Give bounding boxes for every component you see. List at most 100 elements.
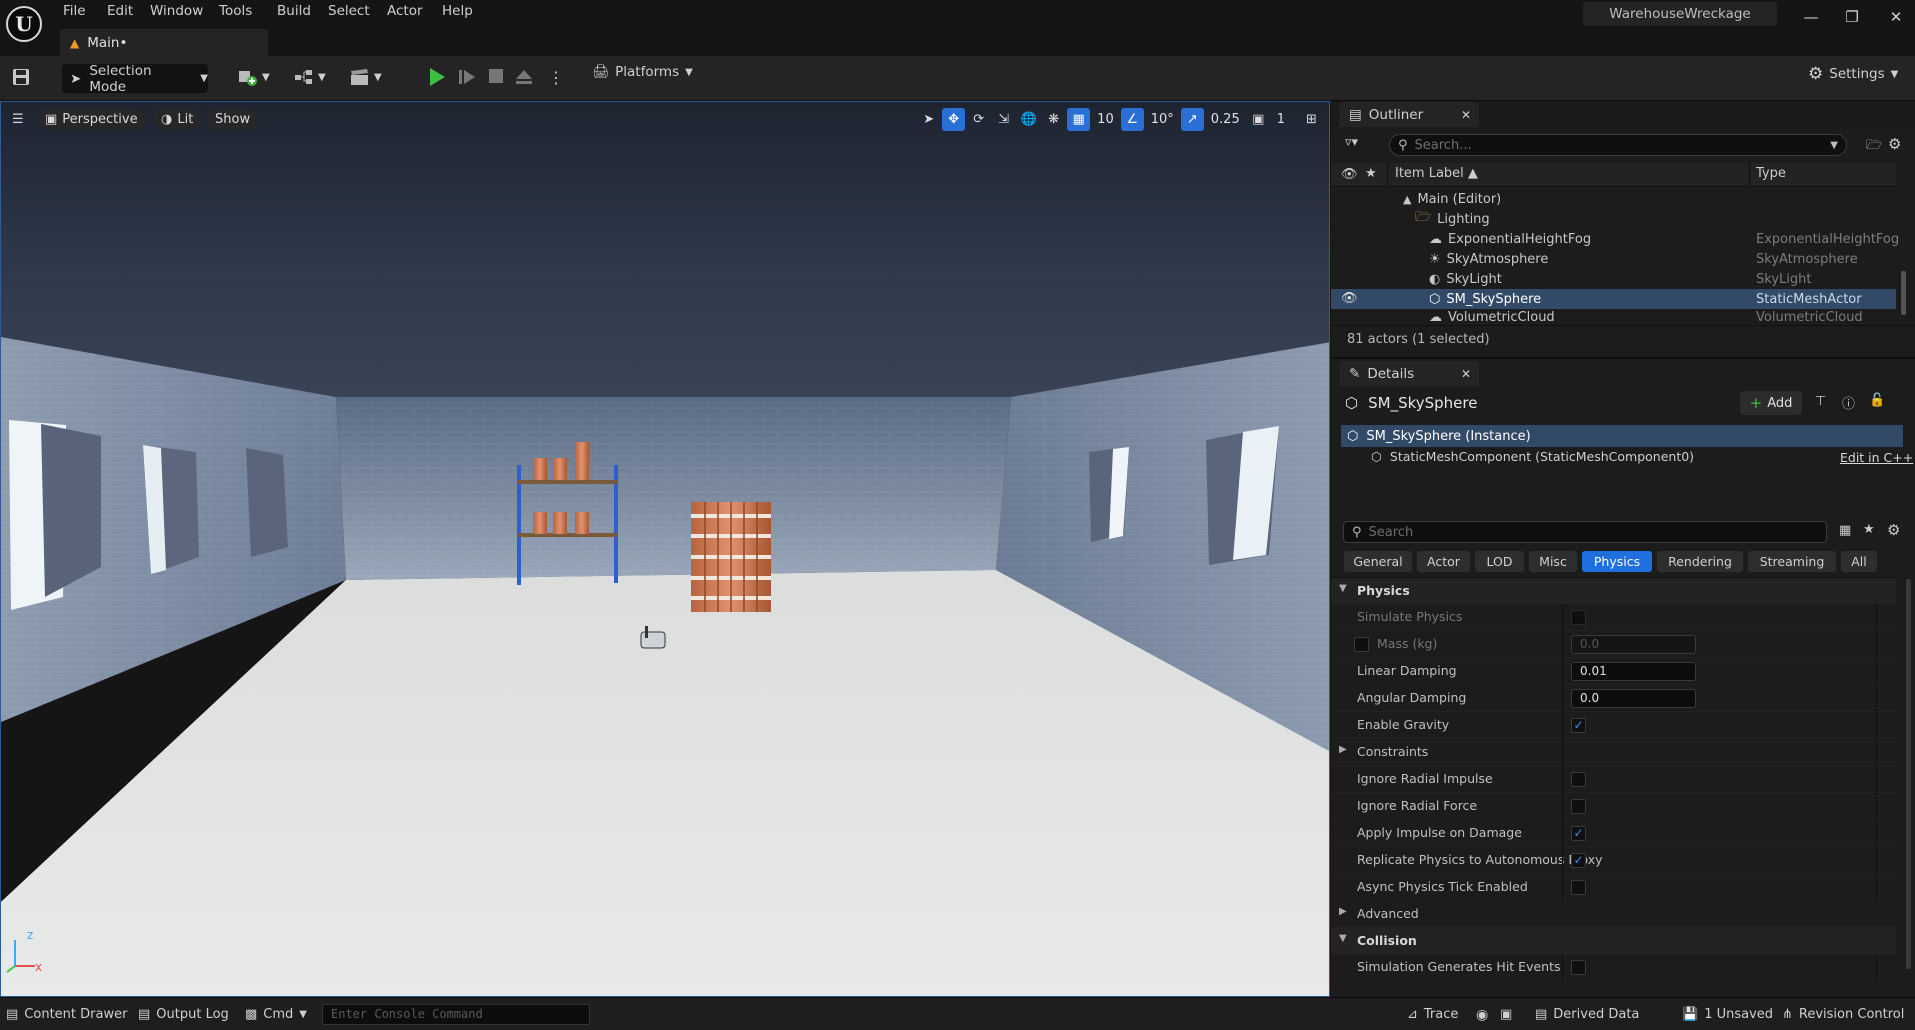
settings-dropdown[interactable]: ⚙ Settings ▼ <box>1808 64 1898 84</box>
mass-field[interactable]: 0.0 <box>1571 635 1696 654</box>
stop-button[interactable] <box>488 68 504 84</box>
column-item-label[interactable]: Item Label ▲ <box>1387 166 1478 181</box>
revision-control-button[interactable]: ⋔ Revision Control <box>1782 1004 1904 1025</box>
play-button[interactable] <box>428 67 446 87</box>
surface-snap-icon[interactable]: ❋ <box>1042 108 1065 131</box>
category-lod[interactable]: LOD <box>1475 551 1524 572</box>
grid-snap-value[interactable]: 10 <box>1092 112 1119 127</box>
eye-icon[interactable]: 👁 <box>1341 291 1358 306</box>
add-folder-icon[interactable]: 🗁 <box>1866 136 1882 158</box>
outliner-row-volumetric-cloud[interactable]: ☁ VolumetricCloud VolumetricCloud <box>1331 309 1896 325</box>
lock-icon[interactable]: 🔓 <box>1869 393 1885 408</box>
gear-icon[interactable]: ⚙ <box>1887 521 1900 539</box>
tab-outliner[interactable]: ▤ Outliner ✕ <box>1339 102 1479 127</box>
replicate-physics-checkbox[interactable]: ✓ <box>1571 853 1586 868</box>
outliner-row-main-editor[interactable]: ▲ Main (Editor) <box>1331 189 1896 209</box>
blueprint-icon[interactable]: ⊤ <box>1815 394 1826 409</box>
simulate-physics-checkbox[interactable] <box>1571 610 1586 625</box>
scale-tool-icon[interactable]: ⇲ <box>992 108 1015 131</box>
prop-advanced[interactable]: ▶ Advanced <box>1331 901 1896 928</box>
grid-snap-icon[interactable]: ▦ <box>1067 108 1091 131</box>
output-log-button[interactable]: ▤ Output Log <box>138 1004 229 1025</box>
enable-gravity-checkbox[interactable]: ✓ <box>1571 718 1586 733</box>
add-content-button[interactable]: ▼ <box>238 68 270 86</box>
linear-damping-field[interactable]: 0.01 <box>1571 662 1696 681</box>
unsaved-button[interactable]: 💾 1 Unsaved <box>1682 1004 1773 1025</box>
outliner-row-sm-skysphere[interactable]: 👁 ⬡ SM_SkySphere StaticMeshActor <box>1331 289 1896 309</box>
filter-icon[interactable]: ▿▾ <box>1345 135 1358 150</box>
category-general[interactable]: General <box>1344 551 1412 572</box>
prop-constraints[interactable]: ▶ Constraints <box>1331 739 1896 766</box>
outliner-row-sky-light[interactable]: ◐ SkyLight SkyLight <box>1331 269 1896 289</box>
menu-actor[interactable]: Actor <box>387 3 423 19</box>
outliner-row-sky-atmosphere[interactable]: ☀ SkyAtmosphere SkyAtmosphere <box>1331 249 1896 269</box>
category-misc[interactable]: Misc <box>1529 551 1577 572</box>
unreal-logo-icon[interactable]: U <box>6 6 42 42</box>
menu-edit[interactable]: Edit <box>107 3 133 19</box>
async-physics-checkbox[interactable] <box>1571 880 1586 895</box>
help-icon[interactable]: ⓘ <box>1842 393 1855 412</box>
ignore-radial-impulse-checkbox[interactable] <box>1571 772 1586 787</box>
star-icon[interactable]: ★ <box>1365 166 1377 181</box>
menu-select[interactable]: Select <box>328 3 370 19</box>
world-space-icon[interactable]: 🌐 <box>1017 108 1040 131</box>
table-view-icon[interactable]: ▦ <box>1839 523 1851 538</box>
scale-snap-icon[interactable]: ↗ <box>1180 108 1204 131</box>
details-search-input[interactable]: ⚲ Search <box>1343 521 1827 543</box>
sim-hit-events-checkbox[interactable] <box>1571 960 1586 975</box>
menu-build[interactable]: Build <box>277 3 311 19</box>
select-tool-icon[interactable]: ➤ <box>917 108 940 131</box>
trace-button[interactable]: ⊿ Trace <box>1407 1004 1458 1025</box>
outliner-search-input[interactable]: ⚲ Search... ▼ <box>1389 134 1847 156</box>
viewport-menu-icon[interactable]: ☰ <box>7 109 29 130</box>
add-component-button[interactable]: + Add <box>1740 391 1802 415</box>
column-type[interactable]: Type <box>1756 166 1786 181</box>
lit-button[interactable]: ◑ Lit <box>153 109 202 130</box>
restore-icon[interactable]: ❐ <box>1841 6 1863 28</box>
viewport-layout-icon[interactable]: ⊞ <box>1300 108 1323 131</box>
category-streaming[interactable]: Streaming <box>1748 551 1836 572</box>
outliner-row-exponential-height-fog[interactable]: ☁ ExponentialHeightFog ExponentialHeightF… <box>1331 229 1899 249</box>
show-button[interactable]: Show <box>207 109 259 130</box>
component-row-static-mesh[interactable]: ⬡ StaticMeshComponent (StaticMeshCompone… <box>1371 449 1694 464</box>
outliner-scrollbar[interactable] <box>1901 271 1906 315</box>
menu-tools[interactable]: Tools <box>219 3 252 19</box>
perspective-button[interactable]: ▣ Perspective <box>37 109 146 130</box>
close-icon[interactable]: ✕ <box>1461 367 1471 381</box>
category-rendering[interactable]: Rendering <box>1657 551 1743 572</box>
tab-details[interactable]: ✎ Details ✕ <box>1339 361 1479 386</box>
star-icon[interactable]: ★ <box>1863 522 1875 537</box>
ignore-radial-force-checkbox[interactable] <box>1571 799 1586 814</box>
record-icon[interactable]: ◉ <box>1476 1004 1488 1025</box>
cmd-dropdown[interactable]: ▩ Cmd ▼ <box>245 1004 307 1025</box>
menu-file[interactable]: File <box>63 3 86 19</box>
close-window-icon[interactable]: ✕ <box>1885 6 1907 28</box>
blueprints-button[interactable]: ▼ <box>294 68 326 86</box>
apply-impulse-checkbox[interactable]: ✓ <box>1571 826 1586 841</box>
mass-override-checkbox[interactable] <box>1354 637 1369 652</box>
camera-speed-icon[interactable]: ▣ <box>1247 108 1270 131</box>
camera-speed-value[interactable]: 1 <box>1272 112 1290 127</box>
rotation-snap-value[interactable]: 10° <box>1146 112 1179 127</box>
cinematics-button[interactable]: ▼ <box>350 68 382 86</box>
component-row-instance[interactable]: ⬡ SM_SkySphere (Instance) <box>1341 425 1903 447</box>
close-icon[interactable]: ✕ <box>1461 108 1471 122</box>
menu-help[interactable]: Help <box>442 3 473 19</box>
menu-window[interactable]: Window <box>150 3 203 19</box>
angular-damping-field[interactable]: 0.0 <box>1571 689 1696 708</box>
save-icon[interactable] <box>12 68 30 86</box>
section-physics[interactable]: ▼ Physics <box>1331 578 1896 604</box>
selection-mode-dropdown[interactable]: ➤ Selection Mode ▼ <box>62 63 208 95</box>
play-options-icon[interactable]: ⋮ <box>548 68 564 87</box>
outliner-row-lighting[interactable]: 🗁 Lighting <box>1331 209 1896 229</box>
derived-data-button[interactable]: ▤ Derived Data <box>1535 1004 1639 1025</box>
level-viewport[interactable]: z x ☰ ▣ Perspective ◑ Lit Show ➤ ✥ ⟳ ⇲ 🌐… <box>0 101 1330 997</box>
screenshot-icon[interactable]: ▣ <box>1500 1004 1512 1025</box>
translate-tool-icon[interactable]: ✥ <box>942 108 966 131</box>
gear-icon[interactable]: ⚙ <box>1888 135 1901 153</box>
content-drawer-button[interactable]: ▤ Content Drawer <box>6 1004 127 1025</box>
category-actor[interactable]: Actor <box>1417 551 1470 572</box>
category-physics[interactable]: Physics <box>1582 551 1652 572</box>
section-collision[interactable]: ▼ Collision <box>1331 928 1896 954</box>
eye-icon[interactable]: 👁 <box>1341 167 1358 182</box>
